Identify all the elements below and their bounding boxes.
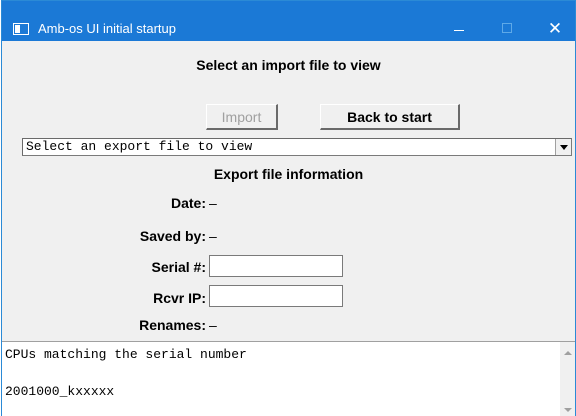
scroll-up-icon[interactable] <box>564 349 572 357</box>
dropdown-arrow-icon[interactable] <box>555 139 571 155</box>
output-line: CPUs matching the serial number <box>5 347 247 362</box>
window-title: Amb-os UI initial startup <box>38 21 176 36</box>
minimize-button[interactable] <box>439 15 479 41</box>
rcvr-ip-field[interactable] <box>209 285 343 307</box>
close-button[interactable]: ✕ <box>535 15 575 41</box>
export-info-heading: Export file information <box>213 166 364 182</box>
output-text-area[interactable]: CPUs matching the serial number 2001000_… <box>2 341 575 416</box>
date-label: Date: <box>170 195 206 211</box>
import-heading: Select an import file to view <box>196 57 381 73</box>
scroll-down-icon[interactable] <box>564 406 572 414</box>
minimize-icon <box>454 29 464 31</box>
serial-field[interactable] <box>209 255 343 277</box>
back-to-start-button[interactable]: Back to start <box>320 104 460 130</box>
app-window: Amb-os UI initial startup ✕ Select an im… <box>1 0 576 416</box>
export-file-select[interactable]: Select an export file to view <box>22 138 572 156</box>
renames-label: Renames: <box>139 317 206 333</box>
renames-value: – <box>209 317 217 333</box>
date-value: – <box>209 195 217 211</box>
title-bar[interactable]: Amb-os UI initial startup ✕ <box>2 1 575 41</box>
window-content: Select an import file to view Import Bac… <box>2 41 575 416</box>
vertical-scrollbar[interactable] <box>560 342 575 416</box>
import-button[interactable]: Import <box>206 104 278 130</box>
maximize-button[interactable] <box>487 15 527 41</box>
serial-label: Serial #: <box>151 259 206 275</box>
output-line: 2001000_kxxxxx <box>5 384 115 399</box>
saved-by-label: Saved by: <box>139 228 206 244</box>
export-file-select-value: Select an export file to view <box>26 139 253 154</box>
rcvr-ip-label: Rcvr IP: <box>153 290 206 306</box>
saved-by-value: – <box>209 228 217 244</box>
maximize-icon <box>502 23 512 33</box>
close-icon: ✕ <box>547 18 563 38</box>
app-window-icon <box>13 23 29 35</box>
